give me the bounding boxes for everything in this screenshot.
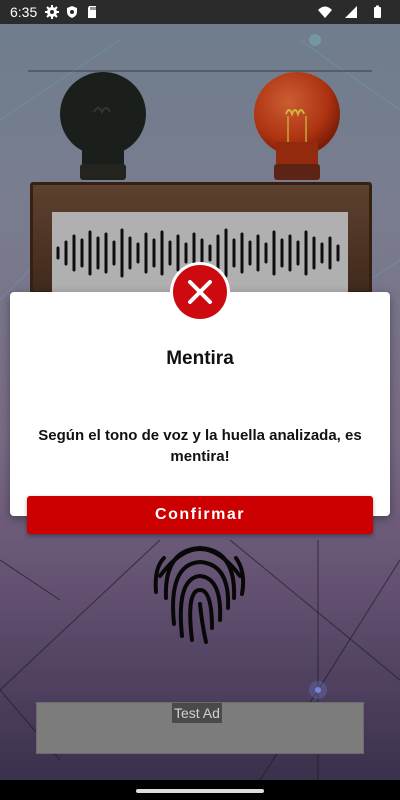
shield-icon (67, 6, 78, 18)
signal-icon (345, 6, 357, 18)
error-circle (173, 265, 227, 319)
status-time: 6:35 (10, 4, 38, 20)
wifi-icon (318, 6, 332, 18)
sd-card-icon (88, 6, 97, 18)
result-dialog: Mentira Según el tono de voz y la huella… (10, 292, 390, 516)
close-icon (188, 280, 212, 304)
dialog-message: Según el tono de voz y la huella analiza… (38, 427, 362, 465)
dialog-title: Mentira (166, 348, 234, 369)
status-bar: 6:35 (0, 0, 400, 24)
settings-icon (45, 5, 60, 19)
home-gesture-handle[interactable] (136, 789, 264, 793)
status-right-icons (318, 5, 390, 19)
confirm-button[interactable]: Confirmar (27, 496, 373, 534)
battery-icon (374, 5, 381, 18)
error-badge (170, 262, 230, 322)
